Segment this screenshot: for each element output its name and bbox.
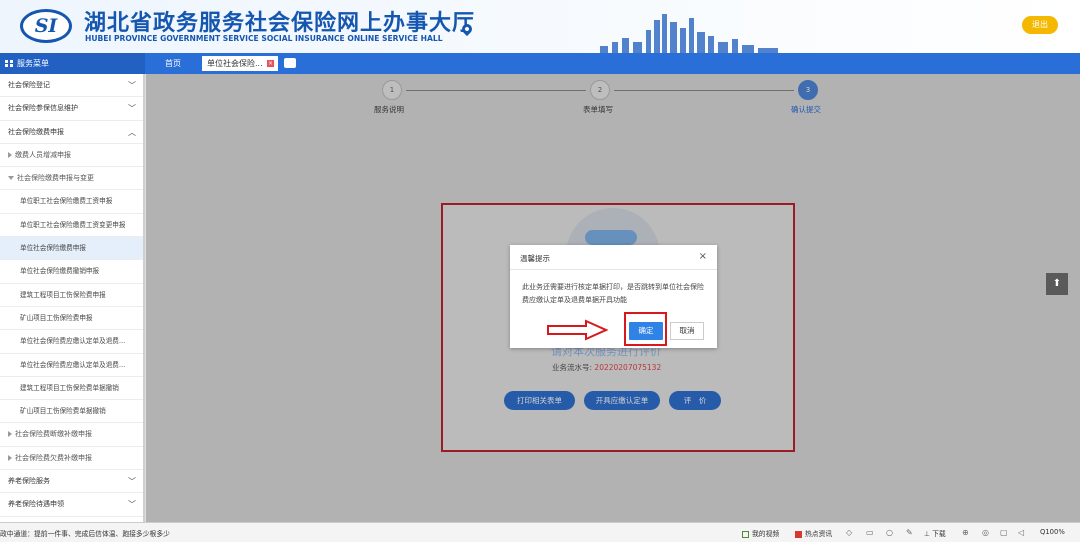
sidebar-item-label: 社会保险费断缴补缴申报 (15, 430, 92, 439)
dialog-divider (510, 269, 717, 270)
annotation-highlight-box (624, 312, 667, 346)
news-icon (795, 530, 802, 538)
clock-icon[interactable]: ◎ (982, 528, 989, 537)
sidebar-item[interactable]: 矿山项目工伤保险费申报 (0, 307, 145, 331)
sidebar-item-label: 单位社会保险费应缴认定单及退费... (20, 360, 126, 369)
chevron-down-icon: ﹀ (128, 81, 136, 90)
sidebar-item[interactable]: 矿山项目工伤保险费单据撤销 (0, 400, 145, 424)
tab-active[interactable]: 单位社会保险... × (202, 56, 278, 71)
chat-icon[interactable]: ▭ (866, 528, 874, 537)
sidebar-item-label: 社会保险缴费申报与变更 (17, 174, 94, 183)
download-icon: ⊥ (924, 530, 933, 538)
cancel-button[interactable]: 取消 (670, 322, 704, 340)
sidebar: 社会保险登记 ﹀ 社会保险参保信息维护 ﹀ 社会保险缴费申报 ︿ 缴费人员增减申报 社会保险缴… (0, 74, 146, 522)
sidebar-item-label: 社会保险登记 (8, 81, 50, 89)
chevron-down-icon: ﹀ (128, 477, 136, 487)
hot-news-link[interactable]: 热点资讯 (795, 528, 832, 538)
sidebar-item-label: 社会保险费欠费补缴申报 (15, 453, 92, 462)
sidebar-item[interactable]: 单位社会保险费应缴认定单及退费... (0, 354, 145, 377)
close-tab-icon[interactable]: × (267, 60, 274, 67)
caret-down-icon (8, 176, 14, 181)
back-to-top-button[interactable]: ⬆ (1046, 273, 1068, 295)
sidebar-item-label: 单位职工社会保险缴费工资申报 (20, 197, 113, 206)
logout-button[interactable]: 退出 (1022, 16, 1058, 34)
sidebar-item-label: 单位社会保险缴费撤销申报 (20, 267, 100, 276)
grid-menu-icon (5, 60, 13, 67)
refresh-icon[interactable]: ○ (886, 528, 893, 537)
sidebar-item-label: 矿山项目工伤保险费申报 (20, 313, 93, 322)
si-logo: SI (20, 9, 72, 43)
chevron-up-icon: ︿ (128, 127, 136, 137)
header: SI 湖北省政务服务社会保险网上办事大厅 HUBEI PROVINCE GOVE… (0, 0, 1080, 53)
zoom-level[interactable]: Q100% (1040, 528, 1065, 536)
sidebar-item-label: 矿山项目工伤保险费单据撤销 (20, 407, 106, 416)
download-link[interactable]: ⊥ 下载 (924, 528, 946, 538)
sidebar-item[interactable]: 社会保险缴费申报 ︿ (0, 121, 145, 144)
annotation-arrow-icon (547, 319, 608, 341)
my-video-link[interactable]: 我的视频 (742, 528, 779, 538)
sidebar-item[interactable]: 社会保险登记 ﹀ (0, 74, 145, 98)
site-title: 湖北省政务服务社会保险网上办事大厅 (84, 11, 476, 36)
sidebar-item-label: 单位社会保险费应缴认定单及退费... (20, 337, 126, 346)
sidebar-item-label: 养老保险服务 (8, 477, 50, 486)
sidebar-item[interactable]: 单位职工社会保险缴费工资变更申报 (0, 214, 145, 238)
sidebar-item[interactable]: 社会保险参保信息维护 ﹀ (0, 97, 145, 121)
status-left-text: 政中通道：提前一件事、完成后信体温、跑接多少根多少 (0, 530, 170, 538)
caret-right-icon (8, 454, 12, 461)
close-icon[interactable]: × (699, 251, 707, 262)
tab-menu-icon[interactable] (284, 58, 296, 68)
hot-news-label: 热点资讯 (805, 530, 833, 538)
my-video-label: 我的视频 (752, 530, 780, 538)
sidebar-scrollbar[interactable] (143, 74, 145, 522)
sidebar-item-label: 社会保险缴费申报 (8, 127, 64, 136)
sidebar-item-label: 养老保险待遇申领 (8, 500, 64, 509)
sidebar-item[interactable]: 单位社会保险缴费申报 (0, 237, 145, 261)
nav-bar: 服务菜单 首页 单位社会保险... × (0, 53, 1080, 74)
download-label: 下载 (932, 530, 946, 538)
sidebar-item[interactable]: 单位社会保险缴费撤销申报 (0, 260, 145, 284)
tab-home[interactable]: 首页 (165, 57, 181, 70)
dialog-title: 温馨提示 (520, 254, 550, 263)
sidebar-item[interactable]: 养老保险待遇申领 ﹀ (0, 493, 145, 517)
zoom-value: 100% (1045, 528, 1065, 536)
speaker-icon[interactable]: ◁ (1018, 528, 1024, 537)
city-skyline-icon (600, 14, 778, 53)
status-bar: 政中通道：提前一件事、完成后信体温、跑接多少根多少 我的视频 热点资讯 ◇ ▭ … (0, 522, 1080, 542)
tab-active-label: 单位社会保险... (207, 59, 263, 68)
sidebar-item-label: 建筑工程项目工伤保险费申报 (20, 290, 106, 299)
video-icon (742, 530, 749, 538)
sidebar-item[interactable]: 社会保险缴费申报与变更 (0, 167, 145, 191)
sidebar-item[interactable]: 养老保险服务 ﹀ (0, 470, 145, 494)
sidebar-item-label: 单位职工社会保险缴费工资变更申报 (20, 220, 126, 229)
sidebar-item[interactable]: 单位职工社会保险缴费工资申报 (0, 190, 145, 214)
sidebar-item[interactable]: 社会保险费断缴补缴申报 (0, 423, 145, 447)
window-icon[interactable]: ▢ (1000, 528, 1008, 537)
shield-icon[interactable]: ◇ (846, 528, 852, 537)
sidebar-item-label: 社会保险参保信息维护 (8, 104, 78, 113)
site-subtitle: HUBEI PROVINCE GOVERNMENT SERVICE SOCIAL… (85, 34, 443, 43)
sidebar-item-label: 缴费人员增减申报 (15, 150, 71, 159)
sidebar-item-label: 建筑工程项目工伤保险费单据撤销 (20, 383, 119, 392)
chevron-down-icon: ﹀ (128, 500, 136, 510)
sidebar-item[interactable]: 社会保险费欠费补缴申报 (0, 447, 145, 471)
sidebar-item[interactable]: 建筑工程项目工伤保险费单据撤销 (0, 377, 145, 401)
chevron-down-icon: ﹀ (128, 104, 136, 114)
sidebar-item[interactable]: 缴费人员增减申报 (0, 144, 145, 168)
service-menu-header[interactable]: 服务菜单 (0, 53, 145, 74)
sidebar-item[interactable]: 建筑工程项目工伤保险费申报 (0, 284, 145, 307)
sidebar-item[interactable]: 单位社会保险费应缴认定单及退费... (0, 330, 145, 354)
caret-right-icon (8, 431, 12, 438)
caret-right-icon (8, 151, 12, 158)
settings-icon[interactable]: ⊕ (962, 528, 969, 537)
service-menu-label: 服务菜单 (17, 59, 49, 68)
tools-icon[interactable]: ✎ (906, 528, 913, 537)
sidebar-item-label: 单位社会保险缴费申报 (20, 244, 86, 253)
dialog-message: 此业务还需要进行核定单据打印，是否跳转到单位社会保险费应缴认定单及退费单据开具功… (522, 283, 704, 304)
